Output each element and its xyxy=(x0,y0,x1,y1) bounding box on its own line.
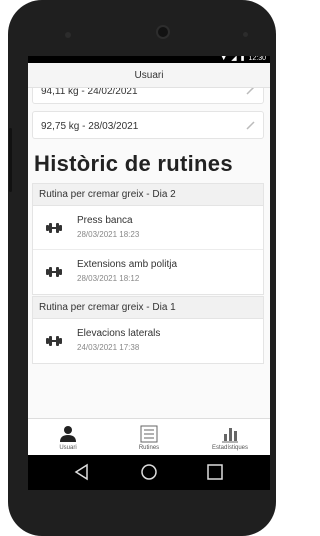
dumbbell-icon xyxy=(46,336,62,346)
exercise-item[interactable]: Extensions amb politja 28/03/2021 18:12 xyxy=(33,250,263,294)
exercise-date: 28/03/2021 18:12 xyxy=(77,274,140,283)
section-title: Històric de rutines xyxy=(34,151,233,176)
bar-chart-icon xyxy=(222,428,238,443)
weight-entry[interactable]: 92,75 kg - 28/03/2021 xyxy=(32,111,264,139)
person-icon xyxy=(60,426,76,442)
edit-pencil-icon[interactable] xyxy=(245,119,257,131)
side-button xyxy=(9,128,12,192)
recents-icon[interactable] xyxy=(206,463,224,481)
weight-entry[interactable]: 94,11 kg - 24/02/2021 xyxy=(32,88,264,104)
status-bar: ▼ ◢ ▮ 12:30 xyxy=(28,56,270,63)
exercise-name: Elevacions laterals xyxy=(77,328,161,339)
screen: ▼ ◢ ▮ 12:30 Usuari 94,11 kg - 24/02/2021… xyxy=(28,56,270,490)
edit-pencil-icon[interactable] xyxy=(245,88,257,96)
scroll-content[interactable]: 94,11 kg - 24/02/2021 92,75 kg - 28/03/2… xyxy=(28,88,270,448)
routine-group: Rutina per cremar greix - Dia 1 Elevacio… xyxy=(32,296,264,364)
nav-item-usuari[interactable]: Usuari xyxy=(28,419,108,456)
sensor xyxy=(243,32,248,37)
weight-entry-text: 92,75 kg - 28/03/2021 xyxy=(41,121,139,132)
exercise-name: Press banca xyxy=(77,215,133,226)
page-title: Usuari xyxy=(134,70,164,81)
app-bar: Usuari xyxy=(28,63,270,88)
exercise-item[interactable]: Elevacions laterals 24/03/2021 17:38 xyxy=(33,319,263,363)
speaker xyxy=(65,32,71,38)
system-nav-bar xyxy=(28,455,270,490)
routine-group-title: Rutina per cremar greix - Dia 2 xyxy=(33,184,263,206)
back-icon[interactable] xyxy=(73,463,91,481)
routine-group-title: Rutina per cremar greix - Dia 1 xyxy=(33,297,263,319)
nav-label: Usuari xyxy=(59,445,77,451)
list-icon xyxy=(140,425,158,443)
front-camera xyxy=(156,25,170,39)
dumbbell-icon xyxy=(46,223,62,233)
weight-entry-text: 94,11 kg - 24/02/2021 xyxy=(41,88,138,97)
nav-item-rutines[interactable]: Rutines xyxy=(109,419,189,456)
exercise-date: 24/03/2021 17:38 xyxy=(77,343,140,352)
exercise-item[interactable]: Press banca 28/03/2021 18:23 xyxy=(33,206,263,250)
dumbbell-icon xyxy=(46,267,62,277)
home-icon[interactable] xyxy=(140,463,158,481)
nav-label: Estadístiques xyxy=(211,445,249,451)
exercise-name: Extensions amb politja xyxy=(77,259,178,270)
nav-label: Rutines xyxy=(138,445,160,451)
nav-item-estadistiques[interactable]: Estadístiques xyxy=(190,419,270,456)
routine-group: Rutina per cremar greix - Dia 2 Press ba… xyxy=(32,183,264,295)
bottom-nav: Usuari Rutines Estadístiques xyxy=(28,418,270,455)
exercise-date: 28/03/2021 18:23 xyxy=(77,230,140,239)
